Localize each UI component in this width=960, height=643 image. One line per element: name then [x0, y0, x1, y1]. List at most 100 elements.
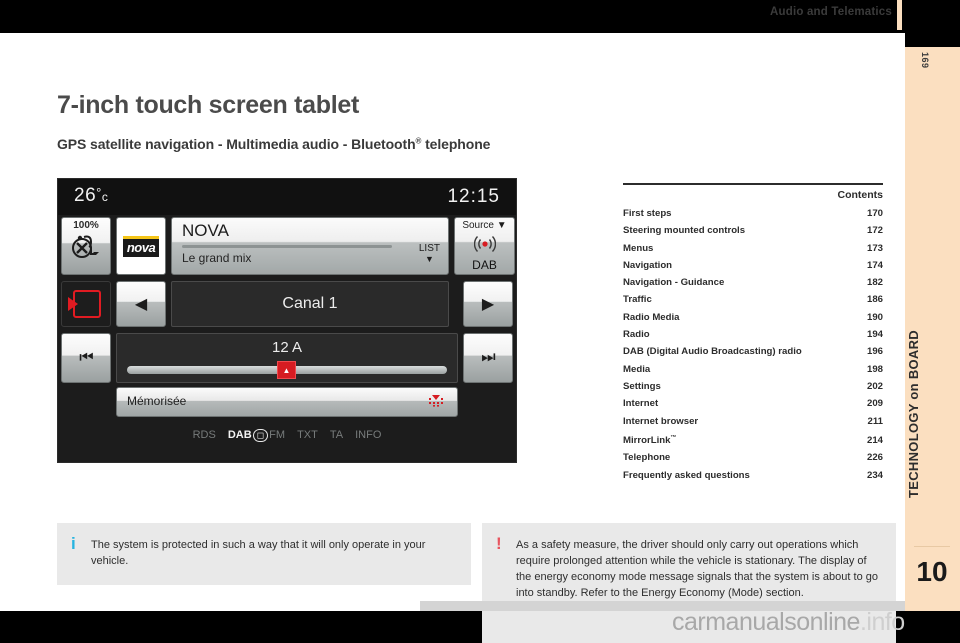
next-arrow-button[interactable]: ▶ — [463, 281, 513, 327]
contents-row-page: 186 — [866, 294, 883, 306]
contents-row[interactable]: Navigation 174 — [623, 257, 883, 274]
contents-row[interactable]: First steps 170 — [623, 205, 883, 222]
contents-row-page: 172 — [866, 225, 883, 237]
footer-item-txt[interactable]: TXT — [297, 429, 318, 441]
contents-list: Contents First steps 170 Steering mounted … — [623, 183, 883, 484]
contents-row[interactable]: Frequently asked questions 234 — [623, 467, 883, 484]
contents-row-page: 214 — [866, 435, 883, 447]
contents-row[interactable]: Telephone 226 — [623, 449, 883, 466]
contents-row[interactable]: MirrorLink™ 214 — [623, 430, 883, 449]
watermark-tld: .info — [859, 608, 905, 636]
contents-row-page: 226 — [866, 452, 883, 464]
contents-row-label: Telephone — [623, 452, 671, 464]
subtitle-part-a: GPS satellite navigation - Multimedia au… — [57, 136, 416, 152]
skip-next-button[interactable]: ⏭ — [463, 333, 513, 383]
contents-row-label: DAB (Digital Audio Broadcasting) radio — [623, 346, 802, 358]
screen-footer-bar: RDS DAB ◻ FM TXT TA INFO — [61, 423, 513, 447]
footer-item-info[interactable]: INFO — [355, 429, 381, 441]
contents-row[interactable]: Radio Media 190 — [623, 309, 883, 326]
station-subtitle: Le grand mix — [182, 251, 252, 265]
temperature-readout: 26°c — [74, 185, 108, 207]
footer-item-ta[interactable]: TA — [330, 429, 343, 441]
contents-row[interactable]: Radio 194 — [623, 326, 883, 343]
mute-music-icon-svg — [72, 235, 99, 258]
page-sheet: 7-inch touch screen tablet GPS satellite… — [0, 33, 905, 643]
contents-row[interactable]: DAB (Digital Audio Broadcasting) radio 19… — [623, 343, 883, 360]
contents-row-page: 202 — [866, 380, 883, 392]
station-logo-button[interactable]: nova — [116, 217, 166, 275]
contents-row[interactable]: Steering mounted controls 172 — [623, 222, 883, 239]
station-list-button[interactable]: LIST ▼ — [419, 244, 440, 264]
contents-row-page: 174 — [866, 259, 883, 271]
contents-row-page: 194 — [866, 329, 883, 341]
source-button[interactable]: Source ▼ DAB — [454, 217, 515, 275]
skip-previous-button[interactable]: ⏮ — [61, 333, 111, 383]
contents-row-page: 234 — [866, 469, 883, 481]
source-name: DAB — [472, 258, 497, 272]
warning-icon: ! — [496, 534, 502, 553]
clock-readout: 12:15 — [447, 186, 500, 207]
footer-dab-label: DAB — [227, 428, 252, 441]
watermark-name: carmanualsonline — [672, 608, 860, 636]
footer-fm-label: FM — [269, 428, 286, 441]
back-button[interactable] — [61, 281, 111, 327]
contents-row[interactable]: Internet browser 211 — [623, 413, 883, 430]
page-subtitle: GPS satellite navigation - Multimedia au… — [57, 136, 490, 152]
channel-display: Canal 1 — [171, 281, 449, 327]
contents-row-label: First steps — [623, 208, 672, 219]
station-name: NOVA — [182, 221, 229, 240]
contents-row[interactable]: Media 198 — [623, 361, 883, 378]
temperature-unit: c — [101, 190, 109, 204]
info-note: i The system is protected in such a way … — [57, 523, 471, 585]
touch-screen-illustration: 26°c 12:15 100% nova NOVA Le grand mix L… — [57, 178, 517, 463]
contents-row[interactable]: Internet 209 — [623, 395, 883, 412]
chevron-down-icon: ▼ — [496, 220, 507, 231]
footer-item-dab-fm[interactable]: DAB ◻ FM — [227, 428, 286, 442]
signal-strength-icon — [427, 394, 445, 410]
mute-button[interactable]: 100% — [61, 217, 111, 275]
memorised-button[interactable]: Mémorisée — [116, 387, 458, 417]
frequency-value: 12 A — [271, 339, 303, 356]
contents-row-label: Media — [623, 363, 651, 375]
source-label: Source ▼ — [455, 220, 514, 231]
footer-item-rds[interactable]: RDS — [193, 429, 216, 441]
page-header: Audio and Telematics — [0, 0, 960, 33]
volume-percent-label: 100% — [73, 220, 99, 231]
chapter-tab — [905, 47, 960, 611]
station-list-label: LIST — [418, 243, 440, 254]
chapter-number: 10 — [916, 556, 948, 587]
frequency-display: 12 A ▲ — [116, 333, 458, 383]
info-icon: i — [71, 534, 76, 553]
station-info-button[interactable]: NOVA Le grand mix LIST ▼ — [171, 217, 449, 275]
contents-row[interactable]: Navigation - Guidance 182 — [623, 274, 883, 291]
contents-row-label: Navigation — [623, 259, 673, 271]
contents-row-page: 198 — [866, 363, 883, 375]
contents-rows: First steps 170 Steering mounted controls 1… — [623, 205, 883, 484]
previous-arrow-button[interactable]: ◀ — [116, 281, 166, 327]
chevron-down-icon: ▼ — [424, 254, 434, 264]
contents-row-page: 190 — [866, 311, 883, 323]
contents-row-label: Settings — [623, 380, 661, 392]
trademark-mark: ™ — [670, 434, 677, 441]
info-note-text: The system is protected in such a way th… — [91, 539, 426, 567]
screen-row-memorised: Mémorisée — [61, 387, 513, 421]
contents-row[interactable]: Menus 173 — [623, 240, 883, 257]
screen-row-top: 100% nova NOVA Le grand mix LIST ▼ Sourc… — [61, 217, 515, 277]
screen-status-bar: 26°c 12:15 — [58, 179, 516, 215]
contents-row-label: Frequently asked questions — [623, 469, 750, 481]
watermark: carmanualsonline.info — [672, 608, 905, 637]
frequency-marker-icon[interactable]: ▲ — [277, 361, 296, 379]
source-label-text: Source — [462, 220, 494, 231]
page-number: 169 — [920, 52, 930, 69]
radio-waves-icon — [455, 235, 514, 257]
dab-fm-toggle-icon: ◻ — [252, 428, 269, 442]
header-accent-bar — [897, 0, 902, 30]
contents-row-page: 170 — [866, 208, 883, 219]
contents-row[interactable]: Settings 202 — [623, 378, 883, 395]
station-logo-label: nova — [122, 235, 160, 257]
subtitle-part-b: telephone — [421, 136, 491, 152]
radio-waves-icon-svg — [473, 236, 496, 252]
contents-row[interactable]: Traffic 186 — [623, 291, 883, 308]
chapter-tab-label: TECHNOLOGY on BOARD — [906, 330, 921, 498]
contents-row-page: 182 — [866, 277, 883, 289]
